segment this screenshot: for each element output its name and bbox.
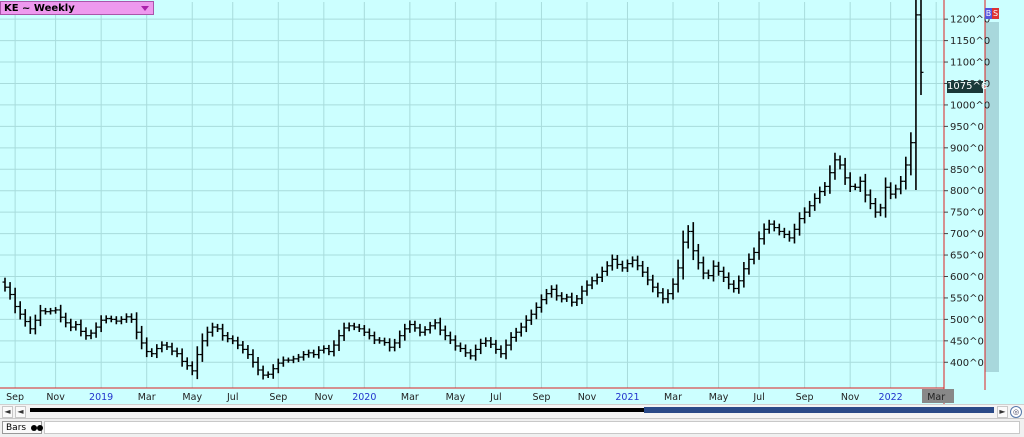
x-tick-label: 2019 bbox=[89, 392, 113, 403]
x-tick-label: 2022 bbox=[879, 392, 903, 403]
scroll-right-icon[interactable]: ► bbox=[997, 406, 1008, 418]
y-tick-label: 950^0 bbox=[950, 122, 984, 133]
x-tick-label: Jul bbox=[752, 392, 764, 403]
y-tick-label: 550^0 bbox=[950, 293, 984, 304]
x-tick-label: Mar bbox=[401, 392, 419, 403]
y-tick-label: 650^0 bbox=[950, 251, 984, 262]
study-field[interactable] bbox=[44, 421, 1020, 434]
scroll-track[interactable] bbox=[30, 407, 994, 413]
x-tick-label: Nov bbox=[578, 392, 597, 403]
buy-button[interactable]: B bbox=[985, 8, 992, 19]
chart-area[interactable]: 1200^01150^01100^01050^01000^0950^0900^0… bbox=[0, 0, 1024, 404]
binoculars-icon bbox=[31, 425, 43, 431]
y-tick-label: 900^0 bbox=[950, 143, 984, 154]
x-tick-label: Jul bbox=[226, 392, 238, 403]
scroll-start-icon[interactable]: ◄ bbox=[2, 406, 13, 418]
y-tick-label: 600^0 bbox=[950, 272, 984, 283]
y-tick-label: 1000^0 bbox=[950, 100, 990, 111]
x-tick-label: Jul bbox=[489, 392, 501, 403]
bars-tab-label: Bars bbox=[6, 423, 27, 433]
y-tick-label: 700^0 bbox=[950, 229, 984, 240]
scroll-thumb[interactable] bbox=[644, 407, 994, 413]
symbol-label: KE ~ Weekly bbox=[4, 3, 75, 14]
x-tick-label: Sep bbox=[532, 392, 550, 403]
chart-window: 1200^01150^01100^01050^01000^0950^0900^0… bbox=[0, 0, 1024, 437]
y-tick-label: 500^0 bbox=[950, 315, 984, 326]
x-tick-label: Nov bbox=[46, 392, 65, 403]
x-tick-label: Nov bbox=[841, 392, 860, 403]
x-tick-label: Sep bbox=[269, 392, 287, 403]
symbol-dropdown[interactable]: KE ~ Weekly bbox=[0, 1, 154, 15]
x-tick-label: Sep bbox=[796, 392, 814, 403]
x-tick-label: May bbox=[709, 392, 729, 403]
y-tick-label: 850^0 bbox=[950, 165, 984, 176]
y-tick-label: 800^0 bbox=[950, 186, 984, 197]
y-tick-label: 400^0 bbox=[950, 358, 984, 369]
status-bar: Bars bbox=[0, 418, 1024, 437]
x-tick-label: Nov bbox=[315, 392, 334, 403]
x-tick-label: May bbox=[182, 392, 202, 403]
chevron-down-icon[interactable] bbox=[141, 6, 149, 11]
time-scrollbar[interactable]: ◄ ◄ ► ◎ bbox=[0, 404, 1024, 418]
x-tick-label: Mar bbox=[138, 392, 156, 403]
x-tick-label: 2020 bbox=[352, 392, 376, 403]
side-strip bbox=[985, 22, 999, 372]
sell-button[interactable]: S bbox=[992, 8, 999, 19]
x-tick-label: Mar bbox=[927, 392, 945, 403]
y-tick-label: 1150^0 bbox=[950, 36, 990, 47]
last-price-marker: 1075^6 bbox=[947, 81, 988, 93]
y-tick-label: 750^0 bbox=[950, 208, 984, 219]
price-chart[interactable]: 1200^01150^01100^01050^01000^0950^0900^0… bbox=[0, 0, 1024, 404]
scroll-left-icon[interactable]: ◄ bbox=[15, 406, 26, 418]
x-tick-label: Sep bbox=[6, 392, 24, 403]
x-tick-label: 2021 bbox=[615, 392, 639, 403]
zoom-icon[interactable]: ◎ bbox=[1010, 406, 1022, 418]
x-tick-label: Mar bbox=[664, 392, 682, 403]
y-tick-label: 450^0 bbox=[950, 336, 984, 347]
bars-tab[interactable]: Bars bbox=[2, 421, 43, 434]
y-tick-label: 1100^0 bbox=[950, 58, 990, 69]
x-tick-label: May bbox=[446, 392, 466, 403]
